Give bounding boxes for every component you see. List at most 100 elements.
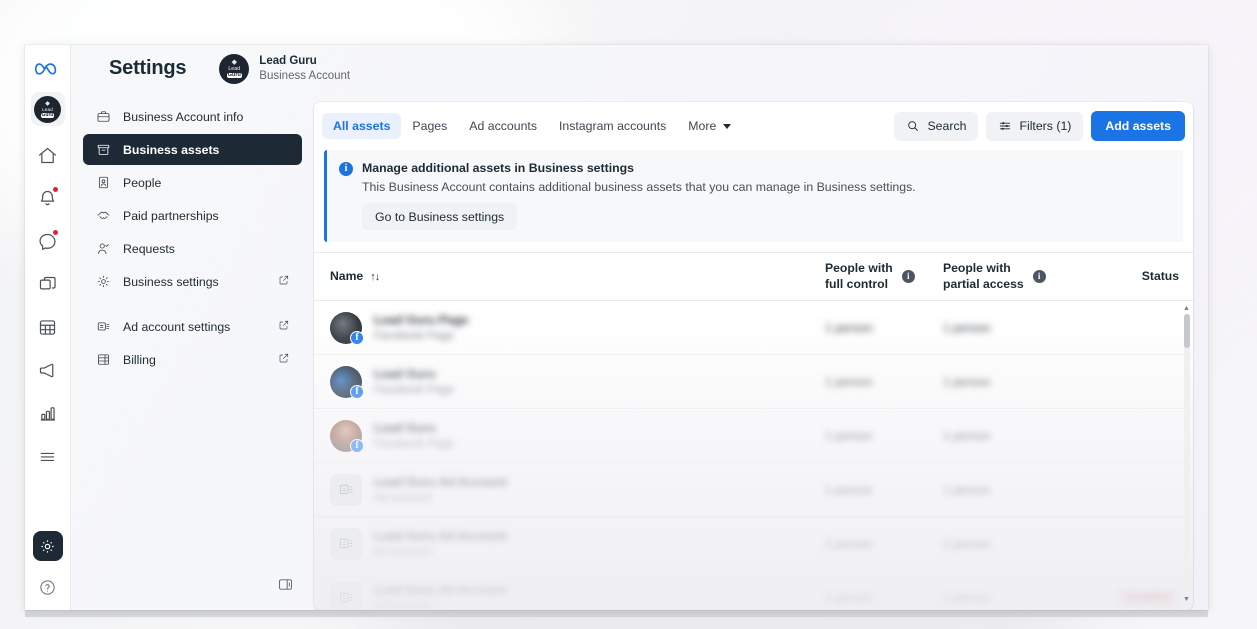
row-title: Lead Guru Ad Account <box>374 529 507 543</box>
row-text: Lead Guru Ad Account Ad account <box>374 583 507 610</box>
sidebar-item-people[interactable]: People <box>83 167 302 198</box>
account-chip[interactable]: ◆ Lead Guru Lead Guru Business Account <box>219 53 350 84</box>
window-bottom-strip <box>25 610 1208 617</box>
table-row[interactable]: Lead Guru Ad Account Ad account 1 person… <box>314 517 1193 571</box>
info-icon[interactable]: i <box>1032 270 1046 283</box>
table-row[interactable]: Lead Guru Ad Account Ad account 1 person… <box>314 463 1193 517</box>
scrollbar-track[interactable] <box>1184 314 1190 595</box>
notifications-icon[interactable] <box>31 181 65 215</box>
home-icon[interactable] <box>31 138 65 172</box>
row-full-control-cell: 1 person <box>825 483 943 497</box>
settings-gear-icon[interactable] <box>32 531 63 561</box>
row-full-control-value: 1 person <box>825 536 873 551</box>
assets-content-card: All assets Pages Ad accounts Instagram a… <box>314 102 1193 610</box>
tab-instagram-accounts[interactable]: Instagram accounts <box>548 113 677 139</box>
column-label-name: Name <box>330 268 364 283</box>
row-title: Lead Guru Page <box>374 313 469 327</box>
sidebar-item-label: Business Account info <box>123 109 244 124</box>
go-to-business-settings-button[interactable]: Go to Business settings <box>362 203 518 230</box>
tab-all-assets[interactable]: All assets <box>322 113 402 139</box>
external-link-icon <box>278 318 290 336</box>
filters-button[interactable]: Filters (1) <box>986 111 1084 141</box>
row-text: Lead Guru Facebook Page <box>374 367 454 396</box>
rail-account-avatar[interactable]: ◆ Lead Guru <box>30 92 65 126</box>
tab-pages[interactable]: Pages <box>401 113 458 139</box>
ads-megaphone-icon[interactable] <box>31 353 65 387</box>
row-full-control-cell: 1 person <box>825 537 943 551</box>
row-subtitle: Ad account <box>374 546 431 558</box>
collapse-panel-icon[interactable] <box>277 576 294 598</box>
scroll-down-arrow-icon[interactable]: ▼ <box>1182 596 1191 604</box>
row-subtitle: Ad account <box>374 600 431 610</box>
row-name-cell: Lead Guru Page Facebook Page <box>374 313 825 342</box>
messages-icon[interactable] <box>31 224 65 258</box>
facebook-badge-icon: f <box>350 330 364 345</box>
archive-box-icon <box>94 141 112 159</box>
sidebar-item-label: Paid partnerships <box>123 208 219 223</box>
sidebar-item-business-assets[interactable]: Business assets <box>83 134 302 165</box>
info-icon[interactable]: i <box>901 270 915 283</box>
sidebar-item-label: Requests <box>123 241 175 256</box>
assets-toolbar: All assets Pages Ad accounts Instagram a… <box>314 102 1193 150</box>
tab-more[interactable]: More <box>677 113 742 139</box>
sidebar-item-paid-partnerships[interactable]: Paid partnerships <box>83 200 302 231</box>
row-name-cell: Lead Guru Ad Account Ad account <box>374 529 825 558</box>
row-partial-access-cell: 1 person <box>943 321 1061 335</box>
row-text: Lead Guru Facebook Page <box>374 421 454 450</box>
facebook-badge-icon: f <box>350 384 364 399</box>
settings-body: Business Account info Business assets Pe… <box>71 92 1208 610</box>
sidebar-item-business-account-info[interactable]: Business Account info <box>83 101 302 132</box>
row-text: Lead Guru Page Facebook Page <box>374 313 468 342</box>
page-avatar: f <box>330 365 364 399</box>
table-row[interactable]: f Lead Guru Page Facebook Page 1 person <box>314 301 1193 355</box>
table-row[interactable]: Lead Guru Ad Account Ad account 1 person… <box>314 571 1193 610</box>
table-row[interactable]: f Lead Guru Facebook Page 1 person 1 per… <box>314 409 1193 463</box>
insights-bar-chart-icon[interactable] <box>31 396 65 430</box>
meta-logo-icon[interactable] <box>31 52 65 86</box>
external-link-icon <box>278 351 290 369</box>
row-full-control-value: 1 person <box>825 374 873 389</box>
row-subtitle: Facebook Page <box>374 438 454 450</box>
info-icon: i <box>339 162 353 176</box>
row-name-cell: Lead Guru Ad Account Ad account <box>374 583 825 610</box>
pages-icon[interactable] <box>31 267 65 301</box>
sidebar-item-label: Ad account settings <box>123 319 231 334</box>
add-assets-button[interactable]: Add assets <box>1091 111 1185 141</box>
column-header-full-control: People with full control i <box>825 261 943 292</box>
settings-header: Settings ◆ Lead Guru Lead Guru Business … <box>71 45 1208 92</box>
ad-account-icon <box>330 527 362 560</box>
search-button[interactable]: Search <box>894 111 979 141</box>
settings-sidebar-nav: Business Account info Business assets Pe… <box>71 92 314 610</box>
column-header-partial-access: People with partial access i <box>943 261 1061 292</box>
table-icon[interactable] <box>31 310 65 344</box>
row-partial-access-cell: 1 person <box>943 483 1061 497</box>
sidebar-item-ad-account-settings[interactable]: Ad account settings <box>83 311 302 342</box>
table-row[interactable]: f Lead Guru Facebook Page 1 person 1 per… <box>314 355 1193 409</box>
sidebar-item-requests[interactable]: Requests <box>83 233 302 264</box>
row-subtitle: Facebook Page <box>374 330 454 342</box>
row-partial-access-cell: 1 person <box>943 429 1061 443</box>
assets-table: Name ↑↓ People with full control i Peopl… <box>314 252 1193 610</box>
sidebar-item-billing[interactable]: Billing <box>83 344 302 375</box>
filters-label: Filters (1) <box>1019 119 1072 133</box>
menu-hamburger-icon[interactable] <box>31 439 65 473</box>
handshake-icon <box>94 207 112 225</box>
gear-icon <box>94 273 112 291</box>
tab-ad-accounts[interactable]: Ad accounts <box>458 113 548 139</box>
row-subtitle: Ad account <box>374 492 431 504</box>
sidebar-item-business-settings[interactable]: Business settings <box>83 266 302 297</box>
column-header-status: Status <box>1061 269 1179 284</box>
row-partial-access-cell: 1 person <box>943 375 1061 389</box>
external-link-icon <box>278 273 290 291</box>
scrollbar-thumb[interactable] <box>1184 314 1190 348</box>
help-icon[interactable] <box>31 570 65 604</box>
table-header-row: Name ↑↓ People with full control i Peopl… <box>314 253 1193 301</box>
account-text: Lead Guru Business Account <box>259 54 350 83</box>
nav-group-divider <box>83 299 302 311</box>
banner-body: Manage additional assets in Business set… <box>362 161 916 230</box>
banner-description: This Business Account contains additiona… <box>362 180 916 194</box>
business-settings-banner: i Manage additional assets in Business s… <box>324 150 1183 242</box>
table-scrollbar[interactable]: ▲ ▼ <box>1182 305 1191 604</box>
scroll-up-arrow-icon[interactable]: ▲ <box>1182 305 1191 313</box>
column-header-name[interactable]: Name ↑↓ <box>330 269 825 284</box>
